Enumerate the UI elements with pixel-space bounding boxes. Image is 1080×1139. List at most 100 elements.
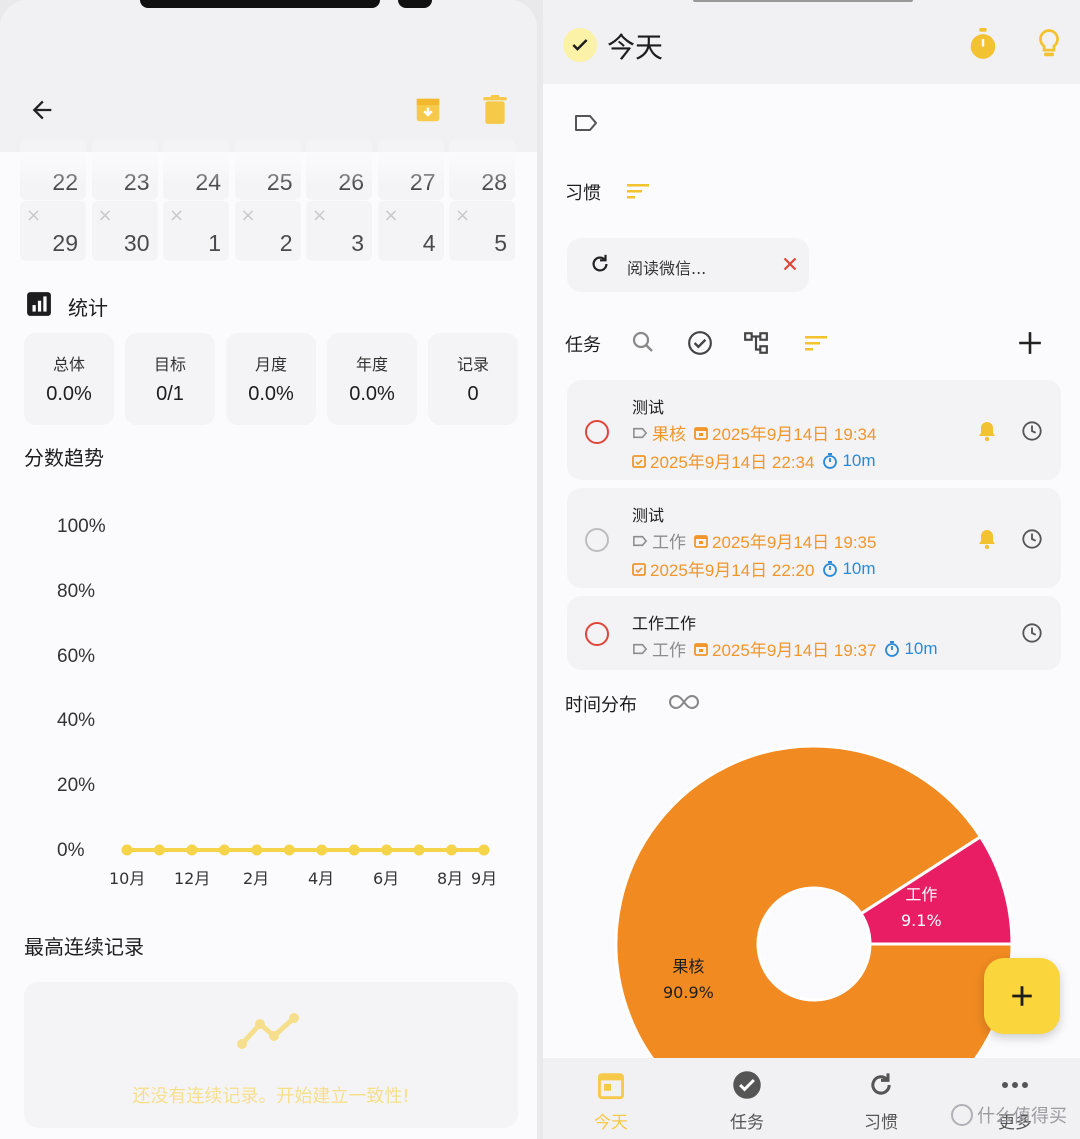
calendar-day-number: 30: [123, 230, 150, 256]
sort-icon: [627, 184, 649, 199]
score-trend-title: 分数趋势: [24, 446, 104, 470]
tag-filter-button[interactable]: [573, 112, 599, 138]
data-point: [348, 844, 360, 856]
archive-button[interactable]: [408, 90, 448, 130]
deadline-icon: [632, 454, 646, 468]
nav-tasks[interactable]: 任务: [697, 1068, 797, 1134]
calendar-day[interactable]: × 4: [377, 201, 444, 261]
slice-name: 果核: [672, 957, 705, 976]
task-card[interactable]: 测试 工作 2025年9月14日 19:35 2025年9月14日 22:20 …: [567, 488, 1061, 588]
calendar-day[interactable]: × 30: [91, 201, 158, 261]
task-completed-button[interactable]: [687, 330, 713, 360]
task-search-button[interactable]: [631, 330, 655, 358]
stat-value: 0.0%: [46, 383, 92, 405]
missed-mark-icon: ×: [240, 205, 256, 226]
task-clock-button[interactable]: [1021, 528, 1043, 554]
stat-label: 月度: [254, 355, 287, 374]
task-complete-checkbox[interactable]: [585, 528, 609, 552]
task-complete-checkbox[interactable]: [585, 622, 609, 646]
task-complete-checkbox[interactable]: [585, 420, 609, 444]
infinity-icon: [669, 694, 699, 710]
task-start-date: 2025年9月14日 19:34: [712, 425, 877, 444]
x-tick-label: 2月: [243, 869, 270, 888]
slice-name: 工作: [905, 885, 938, 904]
add-task-button[interactable]: [1017, 330, 1043, 360]
calendar-day[interactable]: × 3: [306, 201, 372, 261]
task-card[interactable]: 测试 果核 2025年9月14日 19:34 2025年9月14日 22:34 …: [567, 380, 1061, 480]
tag-icon: [633, 535, 648, 546]
calendar-day-number: 4: [422, 230, 436, 256]
lightbulb-icon: [1039, 29, 1059, 57]
remove-habit-button[interactable]: [779, 253, 801, 279]
repeat-icon: [589, 253, 611, 279]
nav-today[interactable]: 今天: [561, 1068, 661, 1134]
slice-percent: 90.9%: [663, 983, 714, 1002]
nav-habits[interactable]: 习惯: [831, 1068, 931, 1134]
stopwatch-icon: [970, 28, 996, 59]
calendar-day-number: 29: [52, 230, 78, 256]
idea-button[interactable]: [1029, 24, 1069, 64]
tag-icon: [633, 427, 648, 438]
missed-mark-icon: ×: [97, 205, 113, 226]
calendar-day[interactable]: × 1: [163, 201, 229, 261]
today-check-badge[interactable]: [563, 28, 597, 62]
tasks-title: 任务: [565, 335, 601, 356]
task-tag: 工作: [652, 533, 686, 552]
task-start-date: 2025年9月14日 19:37: [712, 641, 877, 660]
stat-label: 记录: [456, 355, 489, 374]
stat-label: 目标: [153, 355, 186, 374]
data-point: [316, 844, 328, 856]
stats-title: 统计: [68, 296, 108, 320]
arrow-left-icon: [32, 100, 52, 120]
task-clock-button[interactable]: [1021, 622, 1043, 648]
task-reminder-bell[interactable]: [977, 420, 997, 446]
back-button[interactable]: [22, 90, 62, 130]
calendar-icon: [694, 426, 708, 440]
task-sort-button[interactable]: [803, 332, 829, 358]
tag-icon: [633, 643, 648, 654]
habits-title: 习惯: [565, 183, 601, 204]
calendar-day[interactable]: × 29: [20, 201, 86, 261]
task-reminder-bell[interactable]: [977, 528, 997, 554]
slice-percent: 9.1%: [901, 911, 942, 930]
timer-button[interactable]: [963, 24, 1003, 64]
trend-line-icon: [236, 1012, 302, 1056]
watermark-text: 什么值得买: [977, 1106, 1067, 1127]
app-bar: 今天: [543, 0, 1080, 84]
data-point: [446, 844, 458, 856]
task-group-button[interactable]: [743, 330, 769, 360]
missed-mark-icon: ×: [312, 205, 328, 226]
timer-icon: [823, 452, 838, 469]
task-clock-button[interactable]: [1021, 420, 1043, 446]
distribution-range-button[interactable]: [669, 692, 699, 716]
calendar-week-row: × 29 × 30 × 1 × 2 × 3 × 4 × 5: [20, 201, 520, 261]
delete-button[interactable]: [475, 90, 515, 130]
repeat-icon: [871, 1073, 891, 1095]
best-streak-title: 最高连续记录: [24, 935, 144, 959]
data-point: [186, 844, 198, 856]
streak-empty-text: 还没有连续记录。开始建立一致性!: [132, 1086, 410, 1107]
habit-chip[interactable]: 阅读微信...: [567, 238, 809, 292]
data-point: [283, 844, 295, 856]
x-tick-label: 6月: [373, 869, 400, 888]
habits-sort-button[interactable]: [625, 180, 651, 206]
calendar-day[interactable]: × 5: [449, 201, 515, 261]
watermark-logo-icon: [951, 1104, 973, 1126]
stat-value: 0: [467, 383, 479, 405]
stats-icon: [26, 291, 52, 321]
stat-label: 总体: [52, 355, 85, 374]
x-tick-label: 4月: [308, 869, 335, 888]
stat-value: 0/1: [156, 383, 184, 405]
calendar-day[interactable]: × 2: [234, 201, 301, 261]
calendar-icon: [694, 642, 708, 656]
stat-card-overall: 总体 0.0%: [24, 333, 114, 425]
clock-icon: [1022, 529, 1042, 549]
nav-label: 任务: [730, 1113, 764, 1133]
task-card[interactable]: 工作工作 工作 2025年9月14日 19:37 10m: [567, 596, 1061, 670]
timer-icon: [823, 560, 838, 577]
fab-add-button[interactable]: [984, 958, 1060, 1034]
check-circle-icon: [688, 331, 712, 355]
stat-card-goal: 目标 0/1: [125, 333, 215, 425]
task-title: 测试: [632, 506, 665, 525]
bell-icon: [979, 530, 995, 550]
